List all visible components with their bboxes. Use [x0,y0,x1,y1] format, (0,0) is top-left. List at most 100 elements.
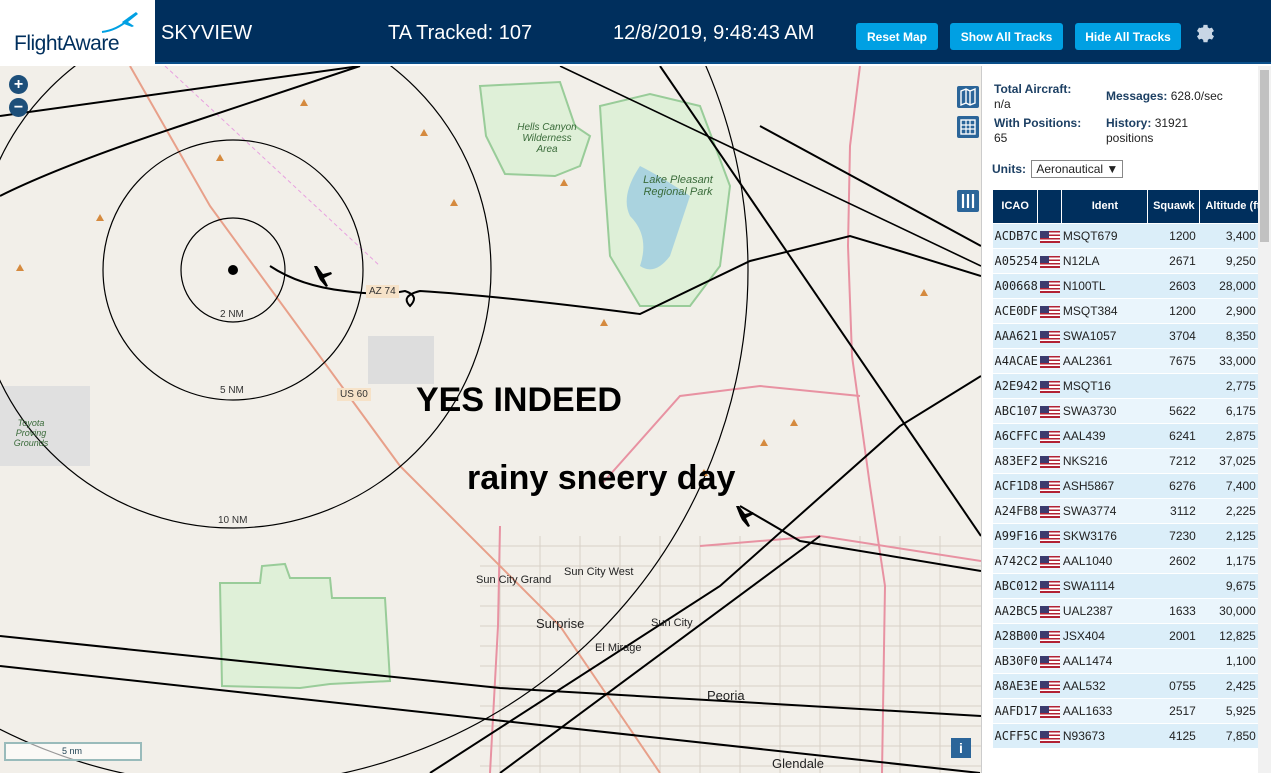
table-row[interactable]: ACDB7C MSQT679 1200 3,400 [992,223,1270,249]
table-row[interactable]: ACE0DFMSQT38412002,900▼ [992,298,1270,324]
map-label-sun-city: Sun City [651,617,693,629]
scale-label: 5 nm [62,746,83,756]
cell-icao: A2E942 [992,373,1038,399]
cell-icao: A83EF2 [992,448,1038,474]
table-row[interactable]: ABC107SWA373056226,175▼ [992,398,1270,424]
gear-icon[interactable] [1192,21,1216,45]
table-row[interactable]: A99F16SKW317672302,125▼ [992,523,1270,549]
zoom-out-icon[interactable]: − [9,98,28,117]
map-label-glendale: Glendale [772,756,825,771]
us-flag-icon [1039,705,1060,718]
flightaware-logo[interactable]: FlightAware [0,0,155,64]
table-row[interactable]: A8AE3EAAL53207552,425▲ [992,673,1270,699]
stat-messages-label: Messages: [1106,89,1168,103]
map-view[interactable]: 2 NM 5 NM 10 NM Hells Canyon Wilderness … [0,66,981,773]
hide-all-tracks-button[interactable]: Hide All Tracks [1075,23,1181,50]
table-row[interactable]: A6CFFC AAL439 6241 2,875 [992,423,1270,449]
table-row[interactable]: AAA621SWA105737048,350▼ [992,323,1270,349]
table-row[interactable]: A83EF2 NKS216 7212 37,025 [992,448,1270,474]
scrollbar-thumb[interactable] [1260,70,1269,242]
col-header-flag[interactable] [1037,189,1063,224]
top-bar: FlightAware SKYVIEW TA Tracked: 107 12/8… [0,0,1271,64]
table-row[interactable]: A2E942MSQT162,775▼ [992,373,1270,399]
col-header-icao[interactable]: ICAO [991,189,1039,224]
col-header-ident[interactable]: Ident [1061,189,1149,224]
cell-icao: A742C2 [992,548,1038,574]
cell-altitude: 2,225 [1199,498,1258,524]
table-row[interactable]: ACFF5CN9367341257,850▼ [992,723,1270,749]
us-flag-icon [1039,655,1060,668]
table-row[interactable]: ACF1D8ASH586762767,400▼ [992,473,1270,499]
cell-altitude: 28,000 [1199,273,1258,299]
stat-total-label: Total Aircraft: [994,82,1072,96]
table-row[interactable]: A05254N12LA26719,250▲ [992,248,1270,274]
info-icon[interactable]: i [951,738,971,758]
us-flag-icon [1037,723,1062,749]
cell-icao: A05254 [992,248,1038,274]
grid-icon[interactable] [957,116,979,138]
map-label-az74: AZ 74 [366,285,399,298]
ring-label-5nm: 5 NM [220,385,244,396]
zoom-in-icon[interactable]: + [9,75,28,94]
table-row[interactable]: AAFD17AAL163325175,925▼ [992,698,1270,724]
cell-squawk: 4125 [1147,723,1200,749]
cell-altitude: 6,175 [1199,398,1258,424]
us-flag-icon [1037,623,1062,649]
us-flag-icon [1039,405,1060,418]
stat-total-aircraft: Total Aircraft: n/a [994,82,1102,112]
cell-ident: AAL532 [1061,673,1148,699]
units-select[interactable]: Aeronautical ▼ [1031,160,1124,178]
stat-total-value: n/a [994,97,1011,111]
cell-altitude: 3,400 [1199,223,1258,249]
cell-ident: AAL1040 [1061,548,1148,574]
us-flag-icon [1037,373,1062,399]
map-label-surprise: Surprise [536,616,585,631]
col-header-squawk[interactable]: Squawk [1147,189,1201,224]
cell-ident: SWA1057 [1061,323,1148,349]
cell-icao: AB30F0 [992,648,1038,674]
cell-squawk: 2603 [1147,273,1200,299]
show-all-tracks-button[interactable]: Show All Tracks [950,23,1063,50]
cell-altitude: 2,125 [1199,523,1258,549]
cell-icao: A00668 [992,273,1038,299]
cell-squawk: 1200 [1147,223,1200,249]
cell-ident: AAL439 [1061,423,1148,449]
us-flag-icon [1037,448,1062,474]
stat-positions-value: 65 [994,131,1008,145]
map-label-sun-city-west: Sun City West [564,566,634,578]
stat-messages: Messages: 628.0/sec [1106,89,1223,104]
us-flag-icon [1039,280,1060,293]
stat-positions-label: With Positions: [994,116,1082,130]
us-flag-icon [1037,698,1062,724]
cell-altitude: 7,400 [1199,473,1258,499]
table-row[interactable]: A24FB8SWA377431122,225▼ [992,498,1270,524]
table-row[interactable]: A4ACAE AAL2361 7675 33,000 [992,348,1270,374]
table-row[interactable]: A28B00JSX404200112,825▼ [992,623,1270,649]
map-layers-icon[interactable] [957,86,979,108]
tracked-count: TA Tracked: 107 [388,22,533,44]
table-row[interactable]: A00668 N100TL 2603 28,000 [992,273,1270,299]
units-label: Units: [992,162,1026,176]
columns-icon[interactable] [957,190,979,212]
cell-altitude: 9,250 [1199,248,1258,274]
us-flag-icon [1039,255,1060,268]
table-row[interactable]: AA2BC5 UAL2387 1633 30,000 [992,598,1270,624]
table-row[interactable]: ABC012SWA11149,675▼ [992,573,1270,599]
table-row[interactable]: A742C2AAL104026021,175▼ [992,548,1270,574]
ring-label-2nm: 2 NM [220,309,244,320]
us-flag-icon [1039,430,1060,443]
cell-ident: N93673 [1061,723,1148,749]
sidebar-scrollbar[interactable] [1258,66,1271,773]
cell-squawk: 0755 [1147,673,1200,699]
us-flag-icon [1039,530,1060,543]
cell-squawk: 3112 [1147,498,1200,524]
cell-icao: A4ACAE [992,348,1038,374]
table-row[interactable]: AB30F0 AAL1474 1,100 [992,648,1270,674]
cell-ident: MSQT16 [1061,373,1148,399]
cell-icao: AAA621 [992,323,1038,349]
cell-altitude: 2,875 [1199,423,1258,449]
cell-squawk: 3704 [1147,323,1200,349]
reset-map-button[interactable]: Reset Map [856,23,938,50]
stat-messages-value: 628.0/sec [1170,89,1223,103]
cell-squawk: 5622 [1147,398,1200,424]
